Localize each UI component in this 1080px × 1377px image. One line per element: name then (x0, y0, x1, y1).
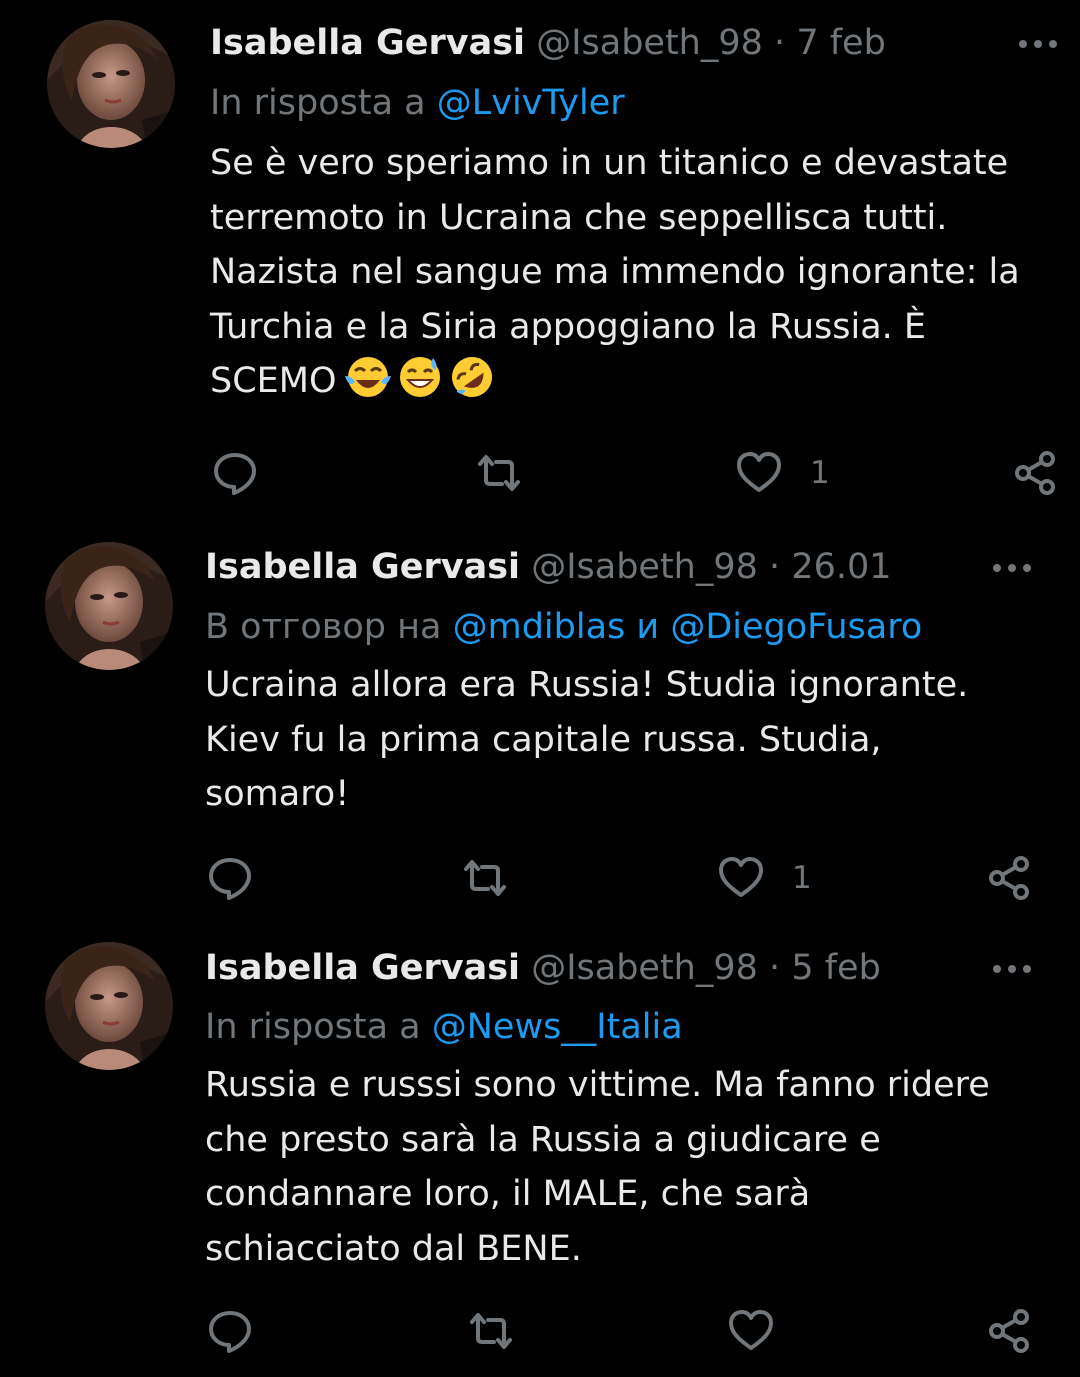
separator-dot: · (774, 23, 786, 63)
share-icon (989, 856, 1029, 900)
tweet-text-line: SCEMO (210, 361, 337, 401)
retweet-button[interactable] (466, 1306, 516, 1356)
retweet-button[interactable] (460, 853, 510, 903)
more-icon[interactable] (1016, 34, 1060, 54)
share-button[interactable] (1014, 448, 1058, 498)
reply-prefix: В отговор на (205, 607, 442, 647)
face-with-tears-of-joy-icon (344, 357, 391, 397)
reply-button[interactable] (207, 853, 253, 903)
rolling-on-the-floor-laughing-icon (451, 357, 492, 397)
author-handle[interactable]: @Isabeth_98 (531, 547, 758, 587)
like-button[interactable]: 1 (718, 853, 812, 903)
like-button[interactable]: 1 (736, 448, 830, 498)
tweet-text: Ucraina allora era Russia! Studia ignora… (205, 658, 1065, 822)
like-icon (729, 1310, 773, 1350)
more-icon[interactable] (990, 959, 1034, 979)
tweet[interactable]: Isabella Gervasi @Isabeth_98 · 5 feb In … (0, 920, 1080, 1377)
more-icon[interactable] (990, 558, 1034, 578)
tweet-text-line: Ucraina allora era Russia! Studia ignora… (205, 665, 969, 705)
tweet-date[interactable]: 5 feb (791, 948, 880, 988)
mention-link[interactable]: @DiegoFusaro (670, 607, 922, 647)
tweet-date[interactable]: 26.01 (791, 547, 891, 587)
share-icon (1015, 451, 1055, 495)
like-icon (719, 857, 763, 897)
like-button[interactable] (728, 1306, 802, 1356)
mention-link[interactable]: @News__Italia (432, 1007, 683, 1047)
retweet-icon (478, 455, 520, 491)
tweet-text: Russia e russsi sono vittime. Ma fanno r… (205, 1058, 1065, 1276)
retweet-icon (464, 860, 506, 896)
tweet-text-line: che presto sarà la Russia a giudicare e (205, 1119, 881, 1160)
reply-icon (214, 453, 256, 495)
reply-icon (209, 858, 251, 900)
tweet-text-line: Kiev fu la prima capitale russa. Studia, (205, 719, 882, 760)
tweet-text-line: schiacciato dal BENE. (205, 1228, 582, 1269)
reply-context: In risposta a @News__Italia (205, 1004, 683, 1050)
tweet-date[interactable]: 7 feb (796, 23, 885, 63)
reply-prefix: In risposta a (205, 1007, 421, 1047)
share-icon (989, 1309, 1029, 1353)
reply-prefix: In risposta a (210, 83, 426, 123)
like-count: 1 (810, 455, 830, 491)
like-count: 1 (792, 860, 812, 896)
author-name[interactable]: Isabella Gervasi (205, 948, 520, 988)
separator-dot: · (769, 948, 781, 988)
tweet-text-line: condannare loro, il MALE, che sarà (205, 1174, 811, 1214)
tweet-text-line: somaro! (205, 774, 350, 814)
avatar[interactable] (47, 20, 175, 148)
avatar[interactable] (45, 542, 173, 670)
retweet-button[interactable] (474, 448, 524, 498)
reply-button[interactable] (207, 1306, 253, 1356)
reply-button[interactable] (212, 448, 258, 498)
tweet-text-line: Se è vero speriamo in un titanico e deva… (210, 143, 1009, 183)
author-name[interactable]: Isabella Gervasi (205, 547, 520, 587)
separator-dot: · (769, 547, 781, 587)
avatar[interactable] (45, 942, 173, 1070)
tweet-text-line: Turchia e la Siria appoggiano la Russia.… (210, 306, 927, 347)
like-icon (737, 452, 781, 492)
grinning-face-with-sweat-icon (399, 357, 440, 397)
author-name[interactable]: Isabella Gervasi (210, 23, 525, 63)
share-button[interactable] (988, 1306, 1032, 1356)
author-handle[interactable]: @Isabeth_98 (531, 948, 758, 988)
author-handle[interactable]: @Isabeth_98 (536, 23, 763, 63)
mention-link[interactable]: @mdiblas (453, 607, 626, 647)
tweet-text-line: terremoto in Ucraina che seppellisca tut… (210, 197, 948, 238)
tweet[interactable]: Isabella Gervasi @Isabeth_98 · 26.01 В о… (0, 520, 1080, 920)
tweet-text-line: Russia e russsi sono vittime. Ma fanno r… (205, 1065, 990, 1105)
tweet-text: Se è vero speriamo in un titanico e deva… (210, 136, 1070, 417)
tweet-text-line: Nazista nel sangue ma immendo ignorante:… (210, 252, 1020, 292)
mention-link[interactable]: @LvivTyler (437, 83, 625, 123)
mention-joiner: и (636, 607, 660, 647)
reply-icon (209, 1311, 251, 1353)
retweet-icon (470, 1313, 512, 1349)
tweet[interactable]: Isabella Gervasi @Isabeth_98 · 7 feb In … (0, 0, 1080, 520)
reply-context: В отговор на @mdiblas и @DiegoFusaro (205, 604, 922, 650)
reply-context: In risposta a @LvivTyler (210, 80, 625, 126)
share-button[interactable] (988, 853, 1032, 903)
